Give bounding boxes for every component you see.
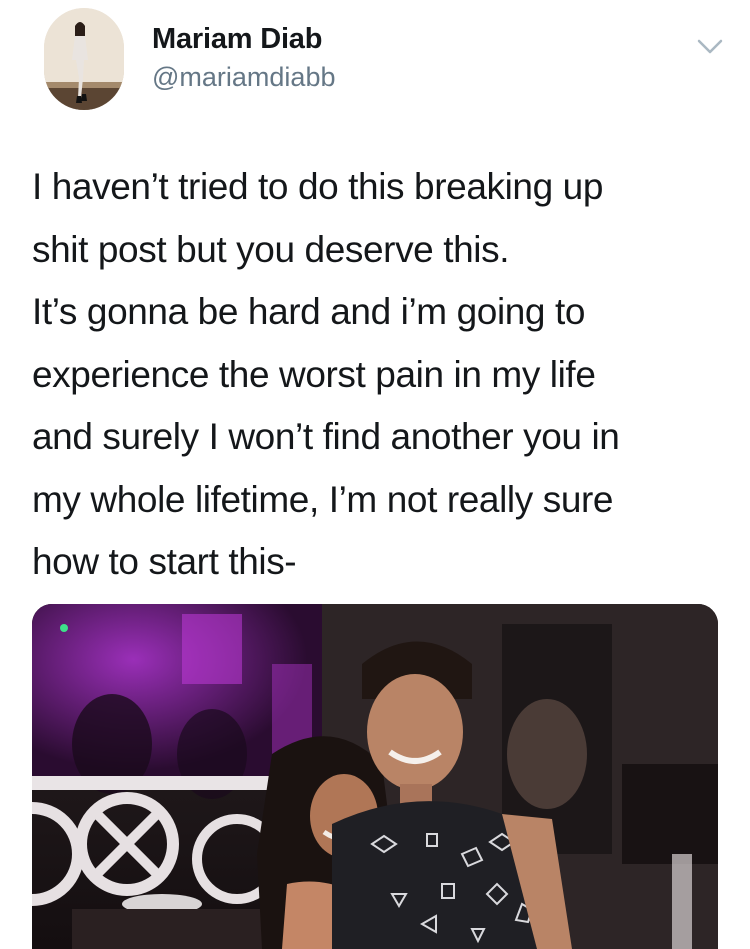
tweet-card: Mariam Diab @mariamdiabb I haven’t tried… [0,0,750,949]
tweet-text-line: shit post but you deserve this. [32,228,510,270]
avatar[interactable] [44,8,124,110]
author-names: Mariam Diab @mariamdiabb [152,22,335,94]
tweet-text-line: I haven’t tried to do this breaking up [32,166,604,207]
tweet-text-line: experience the worst pain in my life [32,353,596,395]
tweet-text-line: It’s gonna be hard and i’m going to [32,291,586,332]
tweet-header: Mariam Diab @mariamdiabb [44,8,724,112]
tweet-photo[interactable] [32,604,718,949]
chevron-down-icon[interactable] [694,30,726,62]
tweet-text-line: how to start this- [32,541,297,582]
author-handle[interactable]: @mariamdiabb [152,60,335,94]
tweet-text-line: my whole lifetime, I’m not really sure [32,478,614,520]
author-display-name[interactable]: Mariam Diab [152,22,335,56]
tweet-text-line: and surely I won’t find another you in [32,416,620,457]
tweet-text: I haven’t tried to do this breaking up s… [32,156,722,594]
